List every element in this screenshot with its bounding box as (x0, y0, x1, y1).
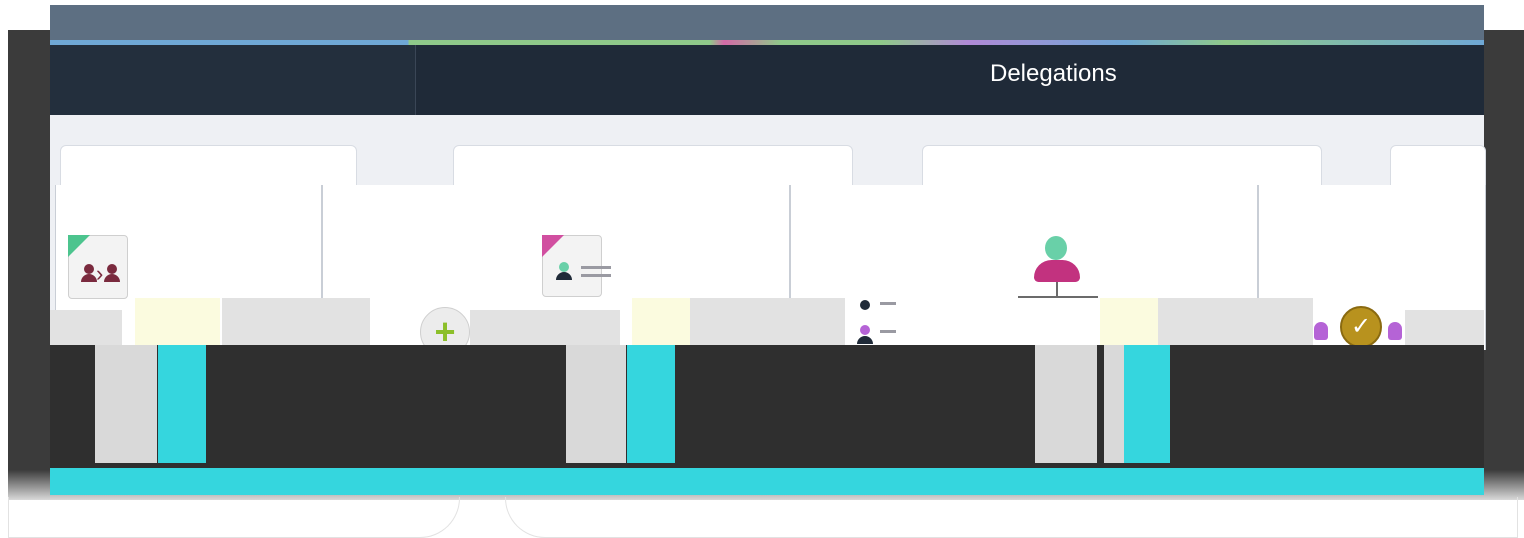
list-line (581, 274, 611, 277)
overlay-band (470, 310, 620, 345)
nav-left-panel (50, 45, 416, 115)
check-icon: ✓ (1350, 313, 1372, 340)
list-line (880, 330, 896, 333)
cyan-footer-band (50, 468, 1484, 495)
user-head (107, 264, 117, 274)
cyan-column (627, 345, 675, 463)
overlay-band (50, 310, 122, 345)
manager-head-icon (1045, 236, 1067, 260)
overlay-band (135, 298, 220, 345)
user-head (84, 264, 94, 274)
hierarchy-connector (1018, 296, 1098, 298)
card-tab-4[interactable] (1390, 145, 1486, 189)
gray-column (1035, 345, 1097, 463)
card-tab-3[interactable] (922, 145, 1322, 189)
top-bar (50, 5, 1484, 40)
user-list-document-icon (542, 235, 611, 297)
doc-fold (68, 235, 90, 257)
cyan-column (158, 345, 206, 463)
arrow-right-icon: › (96, 261, 104, 286)
user-body (104, 274, 120, 282)
user-body (556, 272, 572, 280)
gray-column (1104, 345, 1124, 463)
overlay-band (1158, 298, 1313, 345)
overlay-band (690, 298, 845, 345)
user-head-fragment (860, 300, 870, 310)
delegate-users-icon: › (68, 235, 128, 299)
bottom-curve-left (8, 497, 460, 538)
overlay-band (1100, 298, 1158, 345)
page-title: Delegations (990, 60, 1117, 87)
overlay-band (222, 298, 370, 345)
overlay-band (1405, 310, 1484, 345)
overlay-band (632, 298, 690, 345)
manager-body-icon (1034, 260, 1080, 282)
user-head-fragment (860, 325, 870, 335)
person-icon (1388, 322, 1402, 340)
person-icon (1314, 322, 1328, 340)
card-tab-2[interactable] (453, 145, 853, 189)
lower-dark-band (50, 345, 1484, 470)
card-tab-1[interactable] (60, 145, 357, 189)
cyan-column (1124, 345, 1170, 463)
user-body (81, 274, 97, 282)
gray-column (566, 345, 626, 463)
approve-button[interactable]: ✓ (1340, 306, 1382, 348)
user-head (559, 262, 569, 272)
bottom-curve-right (505, 497, 1518, 538)
gray-column (95, 345, 157, 463)
list-line (581, 266, 611, 269)
list-line (880, 302, 896, 305)
doc-fold (542, 235, 564, 257)
